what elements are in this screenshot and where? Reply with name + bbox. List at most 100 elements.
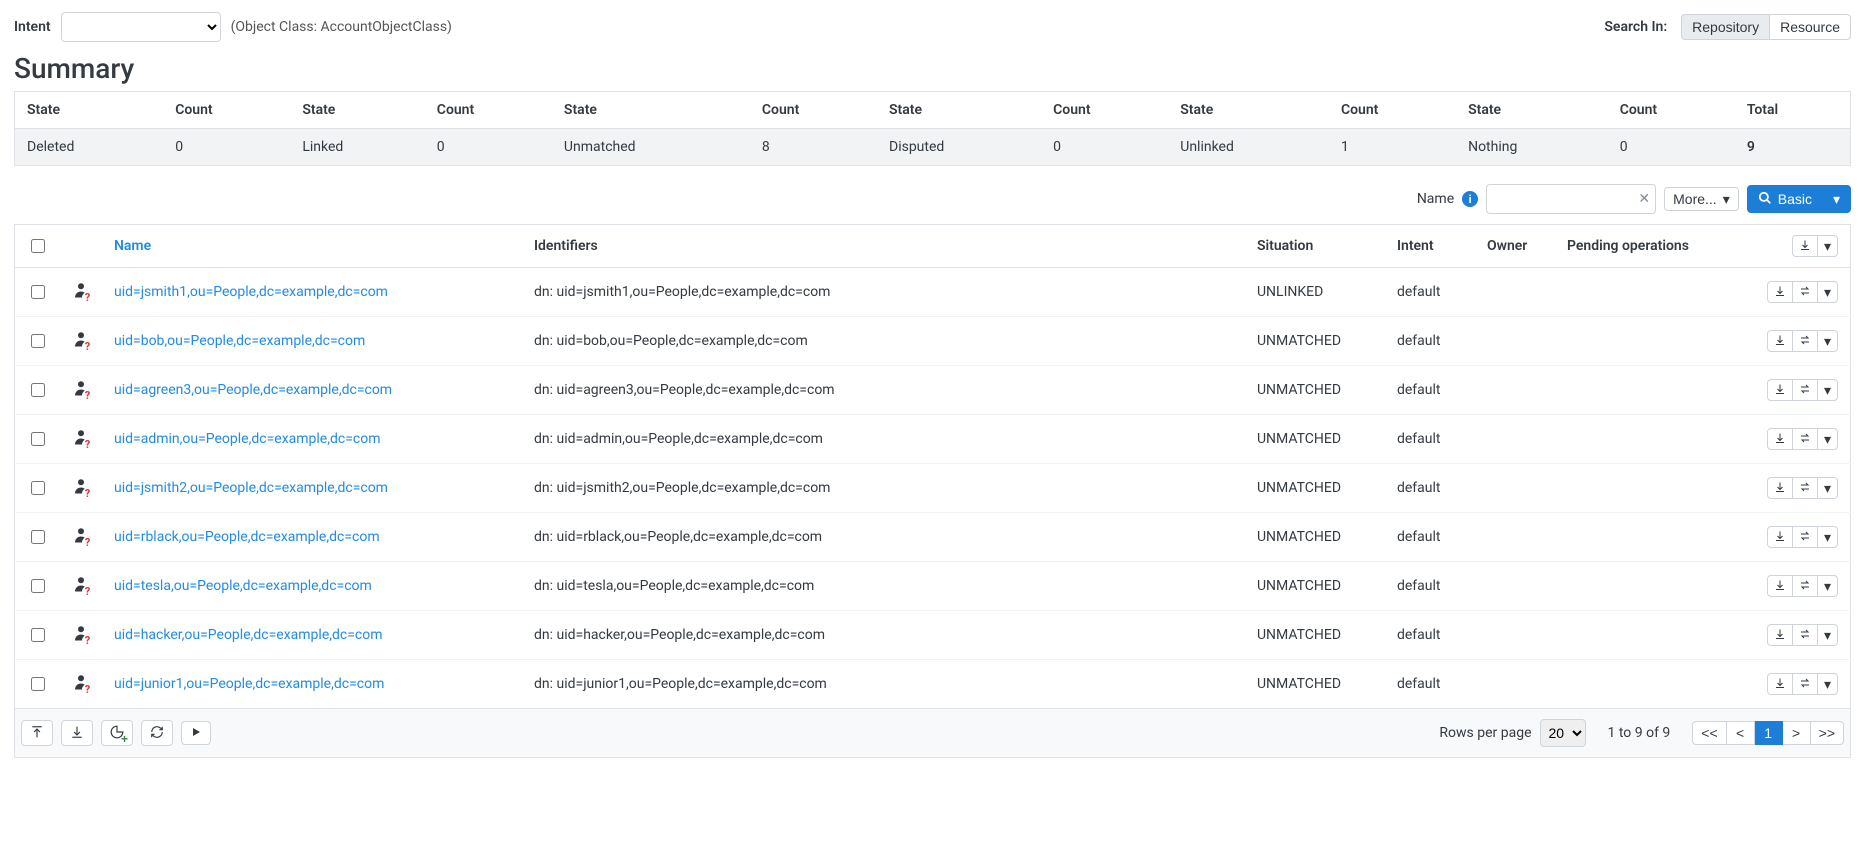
swap-icon <box>1799 481 1811 495</box>
row-intent: default <box>1385 660 1475 709</box>
row-checkbox[interactable] <box>31 530 45 544</box>
search-in-repository-button[interactable]: Repository <box>1681 14 1770 40</box>
row-checkbox[interactable] <box>31 383 45 397</box>
pager-page-1-button[interactable]: 1 <box>1755 721 1783 745</box>
search-mode-dropdown-button[interactable]: ▾ <box>1823 185 1851 213</box>
table-row: ?uid=hacker,ou=People,dc=example,dc=comd… <box>15 611 1851 660</box>
pager-prev-button[interactable]: < <box>1727 721 1755 745</box>
select-all-checkbox[interactable] <box>31 239 45 253</box>
row-actions-dropdown-button[interactable]: ▾ <box>1818 575 1838 597</box>
row-checkbox[interactable] <box>31 432 45 446</box>
row-owner <box>1475 464 1555 513</box>
rows-per-page-select[interactable]: 20 <box>1540 719 1586 747</box>
row-actions-dropdown-button[interactable]: ▾ <box>1818 379 1838 401</box>
row-change-owner-button[interactable] <box>1793 281 1818 303</box>
row-situation: UNLINKED <box>1245 268 1385 317</box>
row-name-link[interactable]: uid=rblack,ou=People,dc=example,dc=com <box>114 529 380 545</box>
row-intent: default <box>1385 513 1475 562</box>
user-unknown-icon: ? <box>72 329 90 349</box>
row-identifier: dn: uid=admin,ou=People,dc=example,dc=co… <box>522 415 1245 464</box>
export-button[interactable] <box>21 720 53 746</box>
run-button[interactable] <box>181 721 211 745</box>
row-intent: default <box>1385 317 1475 366</box>
summary-unmatched-label: Unmatched <box>552 129 750 166</box>
row-import-button[interactable] <box>1767 428 1793 450</box>
row-actions-dropdown-button[interactable]: ▾ <box>1818 624 1838 646</box>
row-name-link[interactable]: uid=jsmith1,ou=People,dc=example,dc=com <box>114 284 388 300</box>
user-unknown-icon: ? <box>72 280 90 300</box>
pager-next-button[interactable]: > <box>1783 721 1811 745</box>
search-basic-label: Basic <box>1778 192 1812 206</box>
caret-down-icon: ▾ <box>1824 432 1831 446</box>
row-pending <box>1555 268 1755 317</box>
user-unknown-icon: ? <box>72 378 90 398</box>
row-import-button[interactable] <box>1767 281 1793 303</box>
caret-down-icon: ▾ <box>1824 579 1831 593</box>
caret-down-icon: ▾ <box>1833 192 1840 206</box>
column-header-identifiers: Identifiers <box>522 225 1245 268</box>
row-checkbox[interactable] <box>31 628 45 642</box>
row-actions-dropdown-button[interactable]: ▾ <box>1818 281 1838 303</box>
row-change-owner-button[interactable] <box>1793 379 1818 401</box>
import-button[interactable] <box>61 720 93 746</box>
clear-icon[interactable]: ✕ <box>1638 191 1650 207</box>
filter-name-label: Name <box>1417 191 1454 207</box>
row-actions-dropdown-button[interactable]: ▾ <box>1818 477 1838 499</box>
pager-last-button[interactable]: >> <box>1811 721 1844 745</box>
row-checkbox[interactable] <box>31 677 45 691</box>
row-checkbox[interactable] <box>31 481 45 495</box>
intent-select[interactable] <box>61 12 221 42</box>
row-import-button[interactable] <box>1767 477 1793 499</box>
row-name-link[interactable]: uid=junior1,ou=People,dc=example,dc=com <box>114 676 384 692</box>
row-actions-dropdown-button[interactable]: ▾ <box>1818 330 1838 352</box>
pager-first-button[interactable]: << <box>1692 721 1726 745</box>
row-checkbox[interactable] <box>31 285 45 299</box>
row-name-link[interactable]: uid=agreen3,ou=People,dc=example,dc=com <box>114 382 392 398</box>
row-checkbox[interactable] <box>31 334 45 348</box>
row-name-link[interactable]: uid=jsmith2,ou=People,dc=example,dc=com <box>114 480 388 496</box>
row-change-owner-button[interactable] <box>1793 673 1818 695</box>
search-basic-button[interactable]: Basic <box>1747 185 1823 213</box>
row-name-link[interactable]: uid=tesla,ou=People,dc=example,dc=com <box>114 578 372 594</box>
refresh-button[interactable] <box>141 720 173 746</box>
swap-icon <box>1799 383 1811 397</box>
summary-nothing-count: 0 <box>1608 129 1735 166</box>
row-import-button[interactable] <box>1767 575 1793 597</box>
row-change-owner-button[interactable] <box>1793 624 1818 646</box>
row-import-button[interactable] <box>1767 673 1793 695</box>
row-pending <box>1555 660 1755 709</box>
summary-header-count: Count <box>425 92 552 129</box>
pie-chart-icon: + <box>110 725 124 741</box>
row-actions-dropdown-button[interactable]: ▾ <box>1818 526 1838 548</box>
row-name-link[interactable]: uid=admin,ou=People,dc=example,dc=com <box>114 431 380 447</box>
row-change-owner-button[interactable] <box>1793 575 1818 597</box>
header-download-dropdown-button[interactable]: ▾ <box>1818 235 1838 257</box>
row-import-button[interactable] <box>1767 624 1793 646</box>
row-change-owner-button[interactable] <box>1793 330 1818 352</box>
search-in-resource-button[interactable]: Resource <box>1770 14 1851 40</box>
row-change-owner-button[interactable] <box>1793 428 1818 450</box>
row-name-link[interactable]: uid=bob,ou=People,dc=example,dc=com <box>114 333 365 349</box>
summary-header-total: Total <box>1735 92 1851 129</box>
object-class-text: (Object Class: AccountObjectClass) <box>231 19 452 35</box>
report-button[interactable]: + <box>101 720 133 746</box>
name-search-input[interactable] <box>1486 184 1656 214</box>
user-unknown-icon: ? <box>72 623 90 643</box>
download-icon <box>1774 432 1786 446</box>
row-checkbox[interactable] <box>31 579 45 593</box>
row-import-button[interactable] <box>1767 379 1793 401</box>
more-filters-button[interactable]: More... ▾ <box>1664 187 1739 211</box>
header-download-button[interactable] <box>1792 235 1818 257</box>
row-actions-dropdown-button[interactable]: ▾ <box>1818 673 1838 695</box>
row-identifier: dn: uid=agreen3,ou=People,dc=example,dc=… <box>522 366 1245 415</box>
row-name-link[interactable]: uid=hacker,ou=People,dc=example,dc=com <box>114 627 383 643</box>
row-actions-dropdown-button[interactable]: ▾ <box>1818 428 1838 450</box>
summary-deleted-label: Deleted <box>15 129 164 166</box>
row-change-owner-button[interactable] <box>1793 477 1818 499</box>
row-change-owner-button[interactable] <box>1793 526 1818 548</box>
table-row: ?uid=bob,ou=People,dc=example,dc=comdn: … <box>15 317 1851 366</box>
column-header-name[interactable]: Name <box>114 238 151 254</box>
row-import-button[interactable] <box>1767 526 1793 548</box>
row-import-button[interactable] <box>1767 330 1793 352</box>
info-icon[interactable]: i <box>1462 191 1478 207</box>
